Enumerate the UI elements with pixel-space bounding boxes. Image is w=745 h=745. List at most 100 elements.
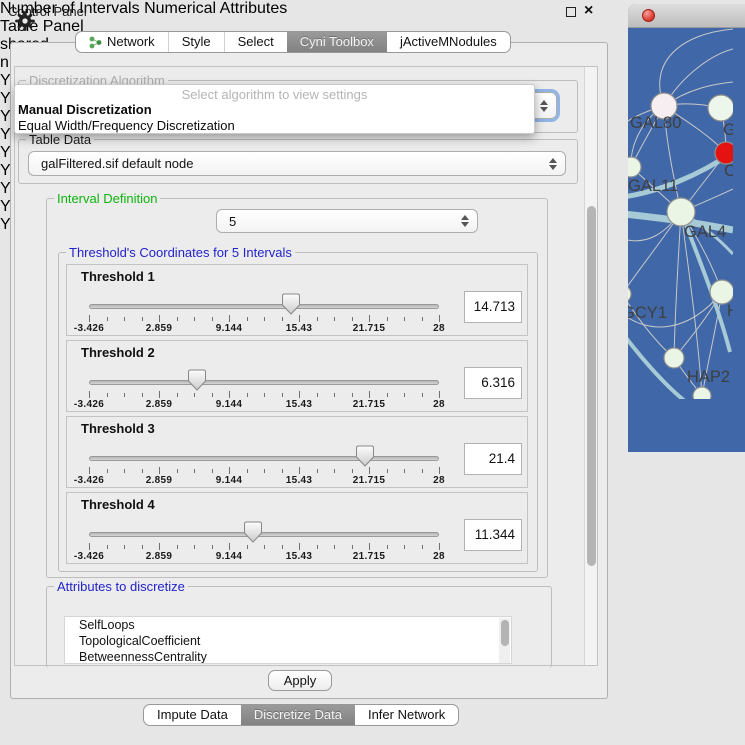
tick-mark: [247, 545, 248, 549]
slider-scale-label: -3.426: [74, 475, 104, 486]
tick-mark: [282, 393, 283, 397]
tab-label: jActiveMNodules: [400, 32, 497, 52]
attribute-list-item[interactable]: TopologicalCoefficient: [65, 633, 511, 649]
tick-mark: [422, 545, 423, 549]
tick-mark: [317, 545, 318, 549]
threshold-value-field[interactable]: 6.316: [464, 367, 522, 399]
threshold-slider-track[interactable]: [89, 532, 439, 537]
threshold-slider-track[interactable]: [89, 380, 439, 385]
minimize-traffic-light-icon[interactable]: [660, 9, 673, 22]
tick-mark: [142, 317, 143, 321]
node-partial-bottom[interactable]: [693, 387, 711, 399]
threshold-value-field[interactable]: 21.4: [464, 443, 522, 475]
node-gal4[interactable]: [667, 198, 695, 226]
list-scrollbar[interactable]: [499, 618, 510, 664]
slider-thumb-icon[interactable]: [281, 293, 301, 315]
apply-button[interactable]: Apply: [268, 670, 332, 691]
slider-scale-label: 15.43: [286, 323, 313, 334]
tick-mark: [439, 467, 440, 474]
tab-cyni-toolbox[interactable]: Cyni Toolbox: [287, 32, 387, 52]
slider-scale-label: 28: [433, 399, 445, 410]
label-partial-ga: GA: [723, 121, 733, 139]
network-window-titlebar: [628, 4, 745, 28]
tick-mark: [282, 545, 283, 549]
tab-jactivemnodules[interactable]: jActiveMNodules: [387, 32, 510, 52]
slider-scale-label: -3.426: [74, 399, 104, 410]
numerical-attributes-list[interactable]: SelfLoopsTopologicalCoefficientBetweenne…: [64, 616, 512, 664]
gear-icon[interactable]: [14, 10, 36, 32]
combo-stepper-icon: [549, 158, 557, 170]
network-canvas[interactable]: GAL80 GA C GAL11 GAL4 GCY1 H HAP2: [628, 4, 745, 404]
settings-scrollbar[interactable]: [584, 67, 597, 665]
tick-mark: [352, 545, 353, 549]
tick-mark: [299, 467, 300, 474]
tick-mark: [177, 469, 178, 473]
slider-scale-label: 15.43: [286, 551, 313, 562]
tick-mark: [212, 317, 213, 321]
tab-style[interactable]: Style: [168, 32, 224, 52]
close-icon[interactable]: ×: [584, 1, 593, 21]
tick-mark: [89, 315, 90, 322]
node-partial-top-right[interactable]: [708, 95, 733, 121]
slider-scale-label: 2.859: [146, 551, 173, 562]
slider-thumb-icon[interactable]: [355, 445, 375, 467]
tab-label: Impute Data: [157, 705, 228, 725]
tick-mark: [264, 545, 265, 549]
number-of-intervals-combobox[interactable]: 5: [216, 209, 478, 233]
node-hap2[interactable]: [664, 348, 684, 368]
attribute-list-item[interactable]: BetweennessCentrality: [65, 649, 511, 664]
algorithm-option-equal-width[interactable]: Equal Width/Frequency Discretization: [15, 118, 534, 134]
tab-select[interactable]: Select: [224, 32, 287, 52]
tab-impute-data[interactable]: Impute Data: [144, 705, 241, 725]
tick-mark: [439, 315, 440, 322]
tick-mark: [212, 469, 213, 473]
slider-scale-label: 9.144: [216, 475, 243, 486]
network-view-window: GAL80 GA C GAL11 GAL4 GCY1 H HAP2: [628, 4, 745, 452]
tick-mark: [387, 317, 388, 321]
tick-mark: [317, 469, 318, 473]
tab-network[interactable]: Network: [76, 32, 168, 52]
slider-scale-label: -3.426: [74, 551, 104, 562]
slider-scale-label: 9.144: [216, 323, 243, 334]
tick-mark: [194, 317, 195, 321]
label-gcy1: GCY1: [628, 304, 667, 322]
threshold-value-field[interactable]: 11.344: [464, 519, 522, 551]
tab-infer-network[interactable]: Infer Network: [355, 705, 458, 725]
attribute-list-item[interactable]: SelfLoops: [65, 617, 511, 633]
close-traffic-light-icon[interactable]: [642, 9, 655, 22]
float-panel-icon[interactable]: [566, 7, 576, 17]
cyni-mode-tabbar: Impute Data Discretize DataInfer Network: [143, 704, 459, 726]
control-panel-titlebar: Control Panel ×: [0, 0, 620, 22]
tick-mark: [352, 469, 353, 473]
zoom-traffic-light-icon[interactable]: [628, 9, 641, 22]
threshold-slider-track[interactable]: [89, 456, 439, 461]
settings-scrollbar-thumb[interactable]: [587, 206, 596, 566]
tab-label: Cyni Toolbox: [300, 32, 374, 52]
slider-scale-label: 21.715: [353, 551, 385, 562]
slider-scale-label: 2.859: [146, 399, 173, 410]
tick-mark: [229, 391, 230, 398]
node-gcy1[interactable]: [628, 285, 631, 303]
tick-mark: [107, 317, 108, 321]
slider-thumb-icon[interactable]: [187, 369, 207, 391]
tick-mark: [107, 393, 108, 397]
tick-mark: [369, 391, 370, 398]
threshold-slider-track[interactable]: [89, 304, 439, 309]
algorithm-option-manual[interactable]: Manual Discretization: [15, 102, 534, 118]
threshold-panel: Threshold 2 -3.4262.8599.14415.4321.7152…: [66, 340, 528, 412]
tab-discretize-data[interactable]: Discretize Data: [241, 705, 355, 725]
tick-mark: [229, 543, 230, 550]
node-h[interactable]: [710, 280, 733, 304]
threshold-value-field[interactable]: 14.713: [464, 291, 522, 323]
slider-thumb-icon[interactable]: [243, 521, 263, 543]
slider-scale-label: 2.859: [146, 323, 173, 334]
table-data-combobox[interactable]: galFiltered.sif default node: [28, 151, 566, 176]
tick-mark: [194, 469, 195, 473]
list-scrollbar-thumb[interactable]: [501, 620, 509, 646]
label-partial-c: C: [724, 162, 733, 180]
label-gal80: GAL80: [630, 114, 681, 132]
slider-scale-label: 21.715: [353, 475, 385, 486]
tick-mark: [404, 393, 405, 397]
node-red-selected[interactable]: [715, 142, 733, 164]
tick-mark: [264, 317, 265, 321]
